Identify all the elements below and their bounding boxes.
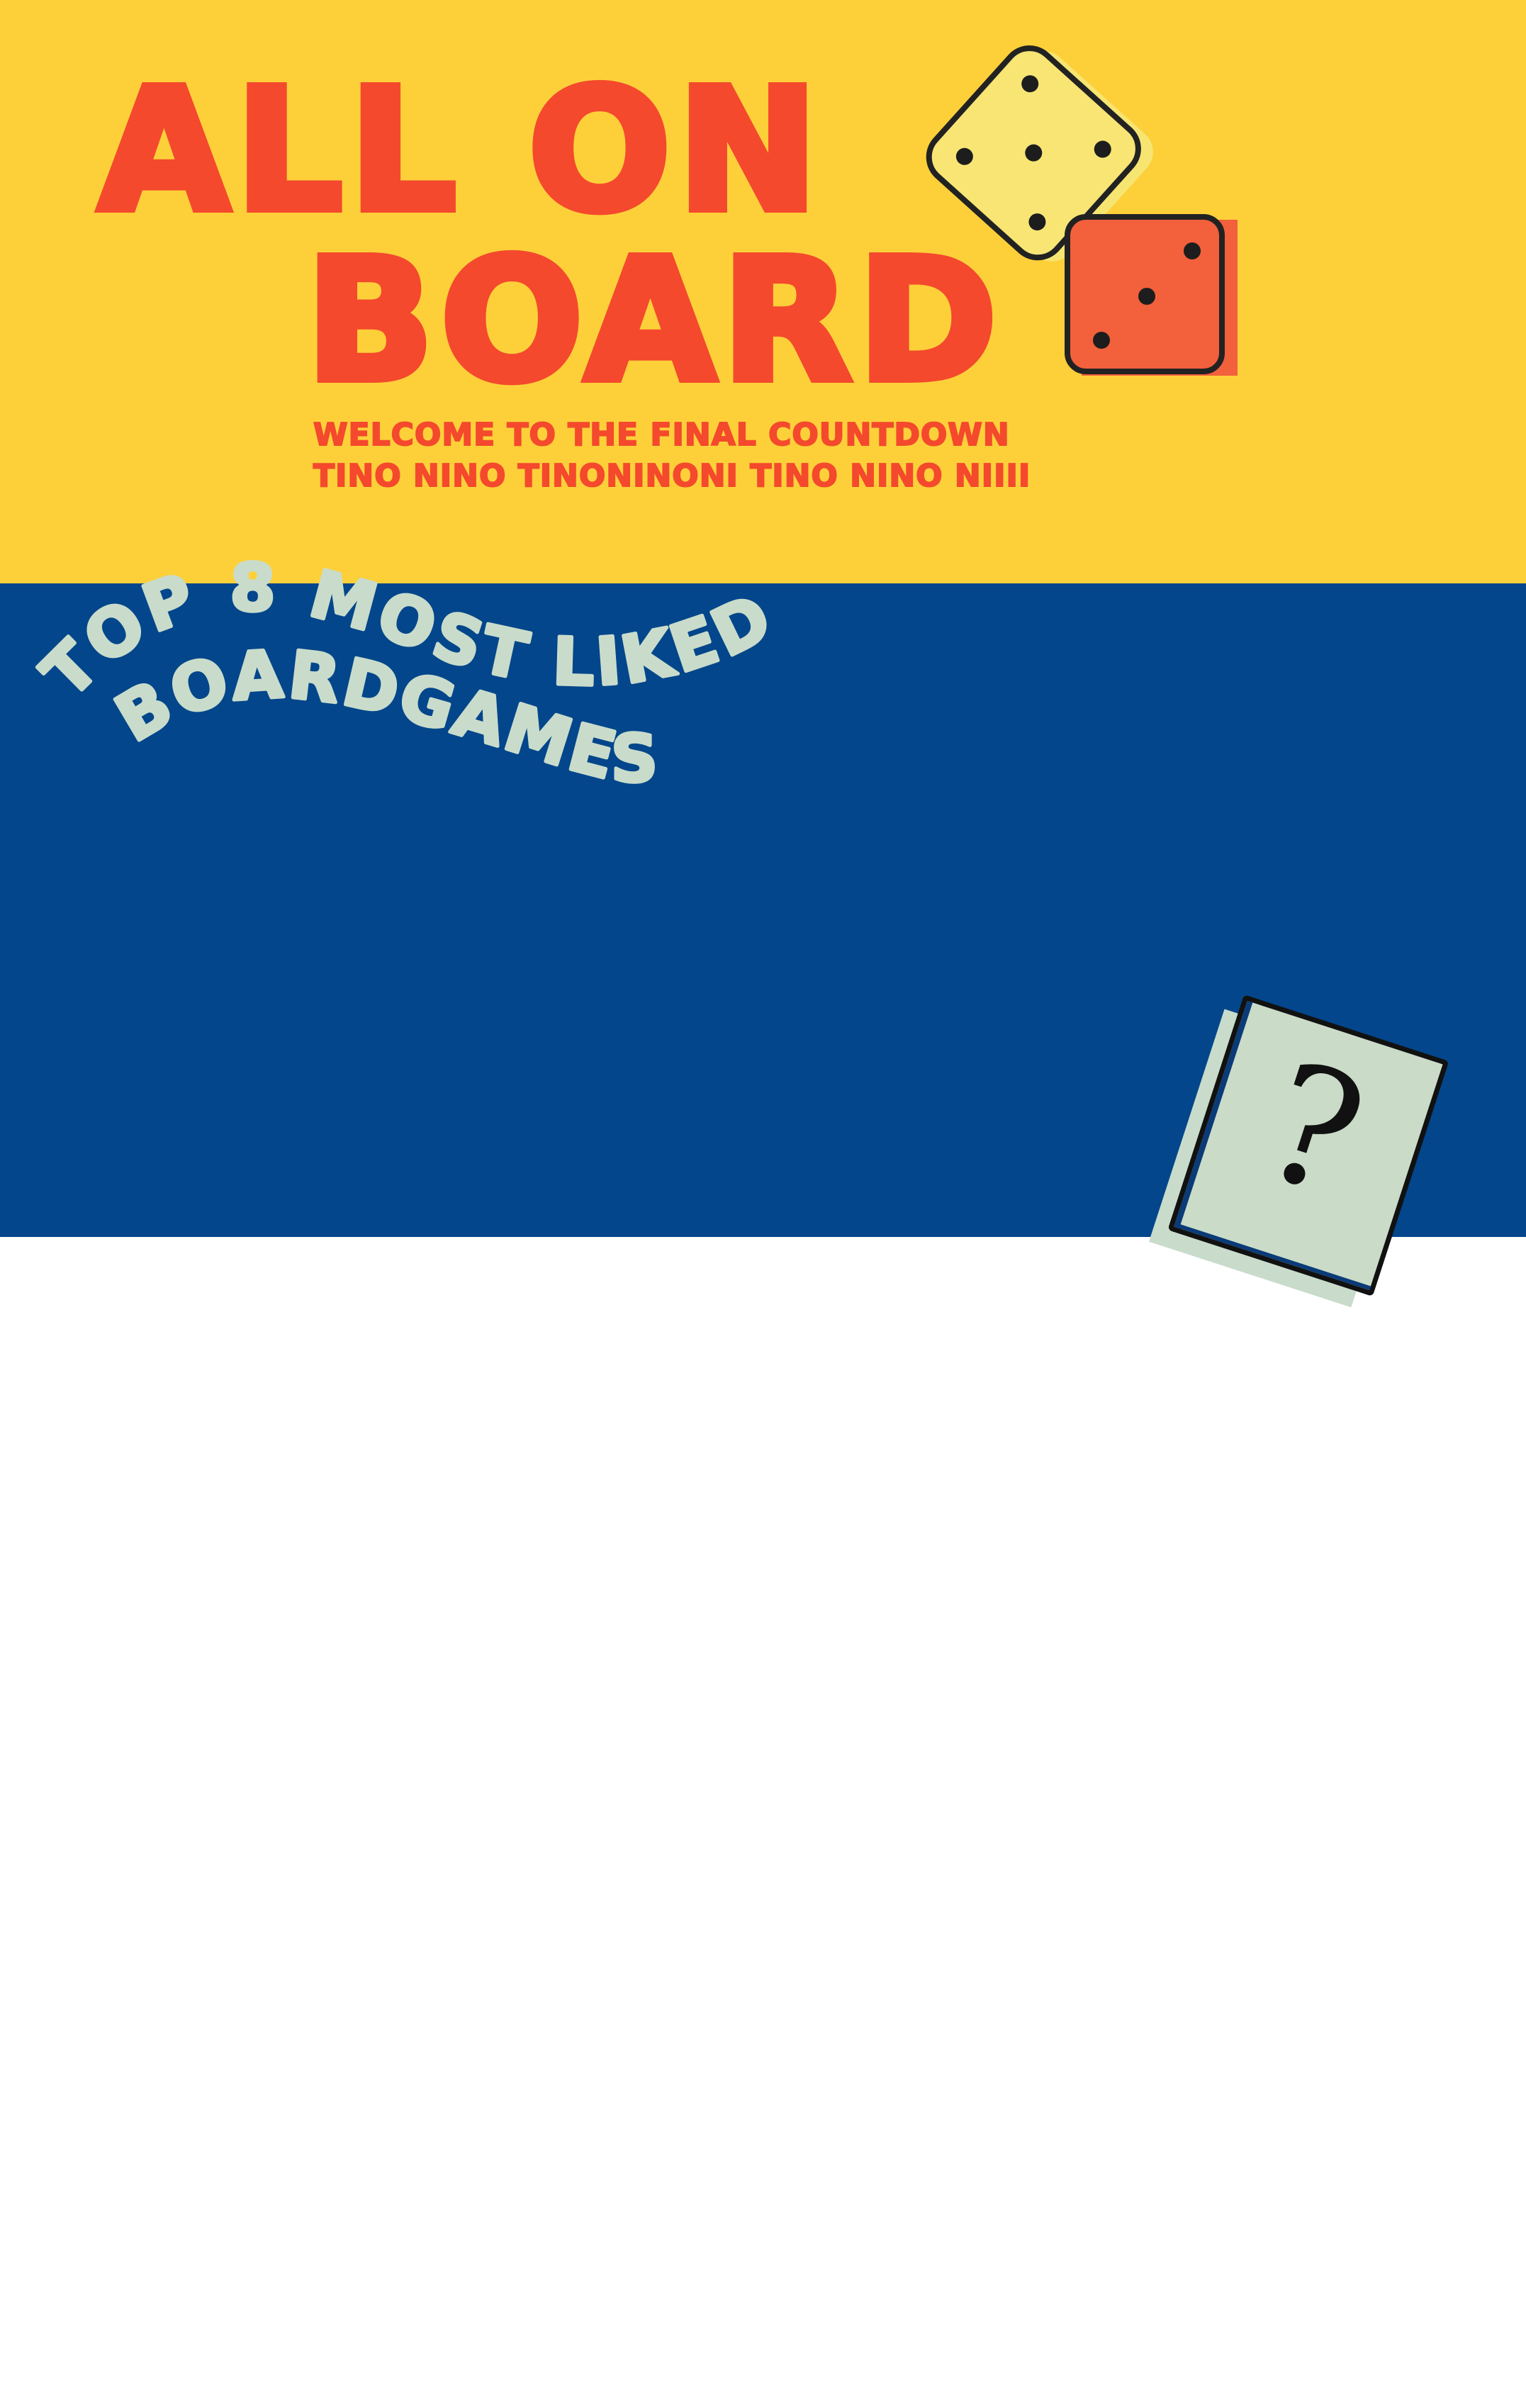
tagline-line-1: WELCOME TO THE FINAL COUNTDOWN xyxy=(313,417,1010,453)
die-pip xyxy=(1021,140,1046,165)
die-pip xyxy=(1018,72,1043,96)
title-line-1: ALL ON xyxy=(95,53,825,248)
header-band: ALL ON BOARD WELCOME TO THE FINAL COUNTD… xyxy=(0,0,1526,583)
red-die-icon xyxy=(1065,214,1238,376)
poster-page: ALL ON BOARD WELCOME TO THE FINAL COUNTD… xyxy=(0,0,1526,2408)
tagline-line-2: TINO NINO TINONINONI TINO NINO NIIII xyxy=(313,458,1031,494)
die-pip xyxy=(1093,332,1110,349)
die-pip xyxy=(1184,242,1201,259)
die-pip xyxy=(1025,210,1050,235)
title-line-2: BOARD xyxy=(302,223,1004,418)
red-die-face xyxy=(1065,214,1225,374)
die-pip xyxy=(952,144,977,169)
die-pip xyxy=(1090,137,1115,162)
curved-heading: TOP 8 MOST LIKED BOARDGAMES xyxy=(28,560,783,799)
question-mark-icon: ? xyxy=(1242,1026,1384,1234)
die-pip xyxy=(1138,288,1155,305)
